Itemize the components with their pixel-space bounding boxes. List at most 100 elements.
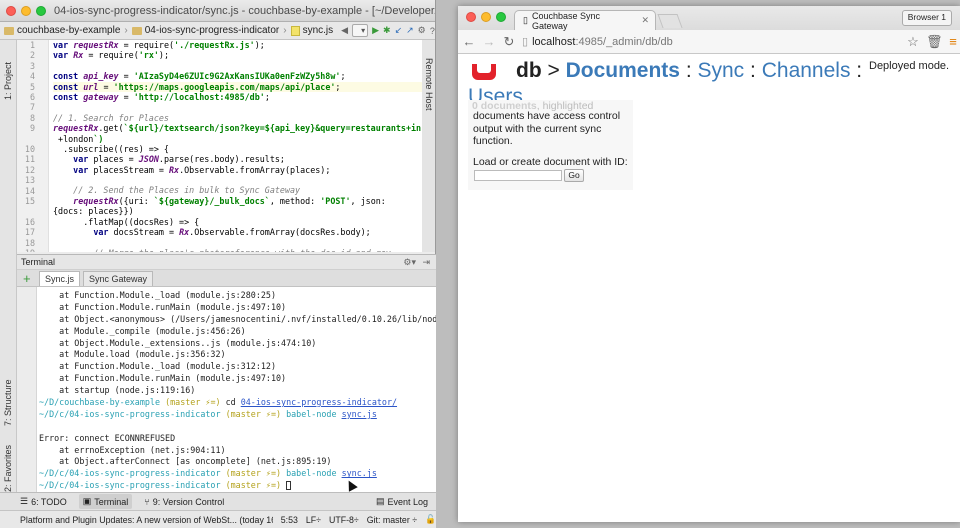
- file-encoding[interactable]: UTF-8÷: [329, 515, 359, 525]
- back-icon[interactable]: ◀: [341, 25, 348, 37]
- prompt-argument[interactable]: sync.js: [342, 468, 377, 478]
- line-number: 9: [29, 123, 35, 134]
- page-icon: ▯: [522, 36, 529, 48]
- favorites-tool-tab[interactable]: 2: Favorites: [3, 445, 13, 492]
- reload-icon[interactable]: ↻: [502, 34, 516, 50]
- folder-icon: [131, 26, 142, 35]
- close-window-button[interactable]: [6, 5, 16, 16]
- forward-arrow-icon[interactable]: →: [482, 34, 496, 49]
- browser-window: ▯ Couchbase Sync Gateway ✕ Browser 1 ← →…: [458, 6, 960, 522]
- new-tab-button[interactable]: [657, 14, 683, 28]
- breadcrumb-separator: ›: [283, 25, 287, 36]
- code-line: +london`): [53, 133, 104, 144]
- minimize-window-button[interactable]: [21, 5, 31, 16]
- prompt-path: ~/D/c/04-ios-sync-progress-indicator: [39, 480, 221, 491]
- project-tool-tab[interactable]: 1: Project: [3, 62, 13, 100]
- address-bar[interactable]: ▯ localhost:4985/_admin/db/db: [522, 35, 900, 49]
- cursor-position[interactable]: 5:53: [281, 515, 298, 525]
- line-number: 16: [24, 216, 35, 227]
- terminal-sidebar: [17, 287, 37, 492]
- browser-window-controls: [466, 12, 506, 22]
- prompt-argument[interactable]: 04-ios-sync-progress-indicator/: [241, 397, 397, 407]
- line-number: 13: [24, 175, 35, 186]
- line-separator[interactable]: LF÷: [306, 515, 321, 525]
- profile-button[interactable]: Browser 1: [901, 10, 952, 26]
- close-window-button[interactable]: [466, 12, 476, 22]
- prompt-argument[interactable]: sync.js: [342, 409, 377, 419]
- breadcrumb-folder[interactable]: 04-ios-sync-progress-indicator: [131, 25, 279, 36]
- bookmark-star-icon[interactable]: ☆: [906, 34, 920, 50]
- help-icon[interactable]: ?: [430, 25, 435, 37]
- prompt-path: ~/D/c/04-ios-sync-progress-indicator: [39, 468, 221, 479]
- event-log-tool-tab[interactable]: ▤ Event Log: [376, 496, 428, 507]
- terminal-title: Terminal: [21, 257, 56, 267]
- line-number: 10: [24, 144, 35, 154]
- git-branch[interactable]: Git: master ÷: [367, 515, 417, 525]
- terminal-settings-icon[interactable]: ⚙▾: [403, 255, 416, 270]
- structure-tool-tab[interactable]: 7: Structure: [3, 379, 13, 426]
- terminal-output[interactable]: at Function.Module._load (module.js:280:…: [17, 287, 436, 492]
- zoom-window-button[interactable]: [36, 5, 46, 16]
- trash-icon[interactable]: 🗑: [926, 34, 943, 50]
- code-line: var placesStream = Rx.Observable.fromArr…: [73, 164, 331, 175]
- browser-tab[interactable]: ▯ Couchbase Sync Gateway ✕: [514, 10, 656, 31]
- hide-terminal-icon[interactable]: ⇥: [422, 255, 430, 270]
- js-file-icon: [290, 25, 300, 36]
- settings-icon[interactable]: ⚙: [418, 25, 426, 37]
- terminal-line: at Function.Module.runMain (module.js:49…: [39, 301, 287, 312]
- terminal-tab-sync-gateway[interactable]: Sync Gateway: [83, 271, 154, 286]
- terminal-tab-syncjs[interactable]: Sync.js: [39, 271, 81, 286]
- breadcrumb-project[interactable]: couchbase-by-example: [4, 25, 120, 36]
- access-control-description: documents have access control output wit…: [473, 110, 621, 147]
- version-control-tool-tab[interactable]: ⑂ 9: Version Control: [144, 497, 224, 507]
- nav-documents-link[interactable]: Documents: [566, 59, 680, 82]
- run-config-dropdown[interactable]: ▾: [352, 24, 369, 37]
- prompt-command: cd: [225, 397, 236, 408]
- remote-host-tool-tab[interactable]: Remote Host: [424, 58, 434, 111]
- zoom-window-button[interactable]: [496, 12, 506, 22]
- ide-window: 04-ios-sync-progress-indicator/sync.js -…: [0, 0, 436, 528]
- line-number: 15: [24, 196, 35, 206]
- lock-icon[interactable]: 🔓: [425, 514, 436, 525]
- ide-window-title: 04-ios-sync-progress-indicator/sync.js -…: [54, 4, 435, 17]
- code-line: .subscribe((res) => {: [53, 143, 169, 154]
- minimize-window-button[interactable]: [481, 12, 491, 22]
- prompt-branch: (master ⚡=): [225, 480, 282, 491]
- code-line: const gateway = 'http://localhost:4985/d…: [53, 91, 270, 102]
- event-log-icon: ▤: [375, 496, 385, 506]
- code-line: // 2. Send the Places in bulk to Sync Ga…: [53, 185, 301, 196]
- code-area[interactable]: var requestRx = require('./requestRx.js'…: [53, 40, 422, 252]
- close-tab-icon[interactable]: ✕: [641, 15, 649, 26]
- nav-channels-link[interactable]: Channels: [762, 59, 851, 82]
- breadcrumb-file[interactable]: sync.js: [290, 25, 333, 36]
- go-button[interactable]: Go: [564, 169, 584, 182]
- line-number: 8: [29, 112, 35, 123]
- back-arrow-icon[interactable]: ←: [462, 34, 476, 49]
- vcs-update-icon[interactable]: ↙: [395, 25, 403, 37]
- terminal-prompt-line: ~/D/c/04-ios-sync-progress-indicator (ma…: [39, 409, 436, 421]
- todo-icon: ☰: [20, 496, 29, 506]
- code-line: // Merge the place's photoreference with…: [53, 248, 422, 252]
- todo-tool-tab[interactable]: ☰ 6: TODO: [20, 496, 67, 507]
- vcs-commit-icon[interactable]: ↗: [406, 25, 414, 37]
- new-terminal-icon[interactable]: +: [23, 272, 31, 285]
- debug-icon[interactable]: ✱: [383, 25, 391, 37]
- terminal-tool-tab[interactable]: ▣ Terminal: [78, 494, 133, 509]
- document-id-input[interactable]: [474, 170, 562, 181]
- nav-sync-link[interactable]: Sync: [698, 59, 745, 82]
- line-number: 12: [24, 164, 35, 175]
- run-icon[interactable]: ▶: [372, 25, 379, 37]
- terminal-icon: ▣: [82, 496, 92, 506]
- breadcrumb-separator: ›: [124, 25, 128, 36]
- terminal-line: at Object.<anonymous> (/Users/jamesnocen…: [39, 313, 436, 324]
- status-message[interactable]: Platform and Plugin Updates: A new versi…: [20, 515, 273, 525]
- menu-icon[interactable]: ≡: [946, 34, 960, 49]
- breadcrumb-separator: >: [547, 59, 560, 82]
- vcs-icon: ⑂: [144, 496, 150, 507]
- code-editor[interactable]: 12345678910111213141516171819 var reques…: [17, 40, 422, 252]
- terminal-cursor: [286, 481, 292, 491]
- prompt-branch: (master ⚡=): [225, 408, 282, 419]
